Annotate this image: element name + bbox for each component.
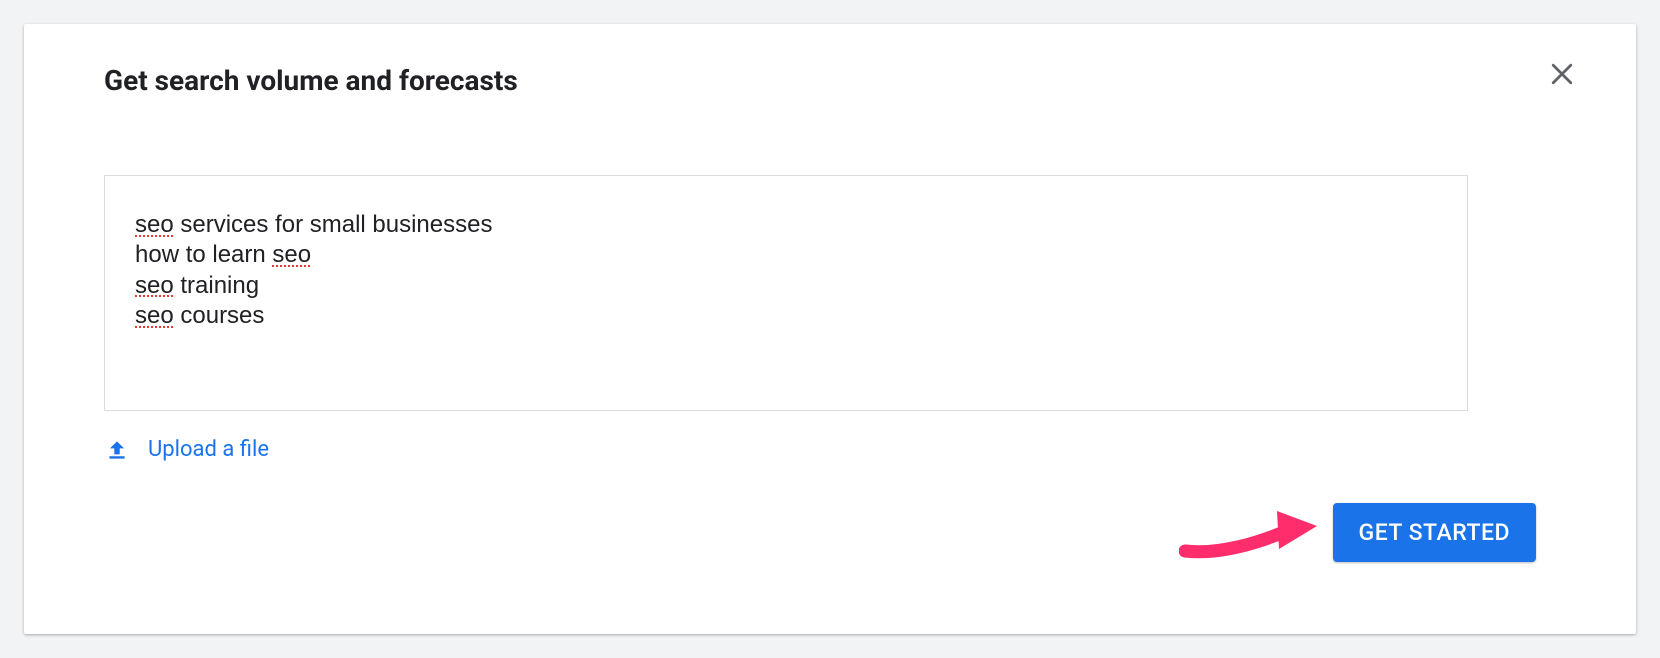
close-icon: [1547, 59, 1577, 93]
annotation-arrow-icon: [1179, 493, 1329, 567]
dialog-card: Get search volume and forecasts seo serv…: [24, 24, 1636, 634]
dialog-header: Get search volume and forecasts: [104, 64, 1566, 97]
keyword-line: how to learn seo: [135, 240, 1437, 270]
upload-icon: [104, 437, 130, 463]
keyword-line: seo services for small businesses: [135, 210, 1437, 240]
upload-file-link[interactable]: Upload a file: [104, 437, 1566, 463]
keyword-line: seo training: [135, 271, 1437, 301]
get-started-button[interactable]: GET STARTED: [1333, 503, 1536, 562]
dialog-title: Get search volume and forecasts: [104, 64, 518, 97]
keyword-line: seo courses: [135, 301, 1437, 331]
upload-label: Upload a file: [148, 437, 269, 462]
keywords-textarea[interactable]: seo services for small businesses how to…: [104, 175, 1468, 411]
close-button[interactable]: [1544, 58, 1580, 94]
content-area: seo services for small businesses how to…: [104, 175, 1566, 463]
dialog-footer: GET STARTED: [1333, 503, 1536, 562]
